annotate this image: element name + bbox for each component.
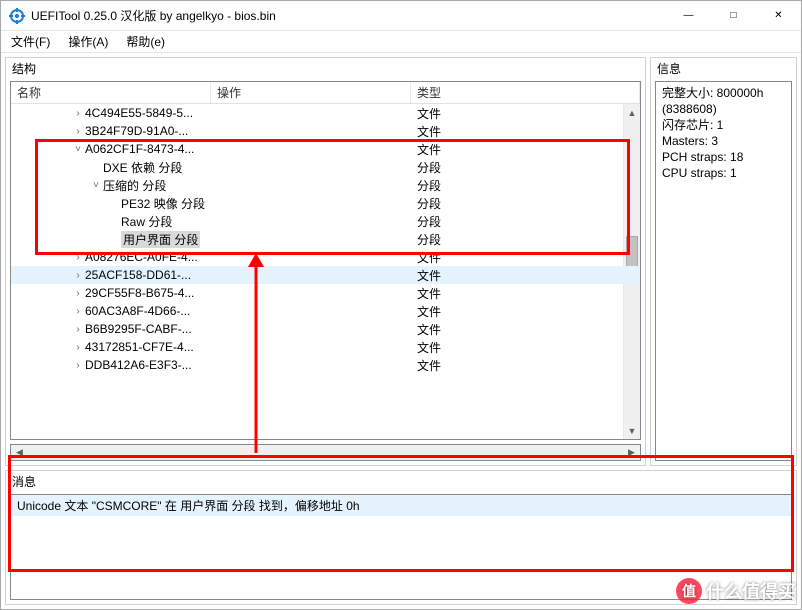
chevron-right-icon[interactable]: › (71, 360, 85, 371)
tree-row[interactable]: ›3B24F79D-91A0-... 文件 (11, 122, 640, 140)
chevron-right-icon[interactable]: › (71, 108, 85, 119)
scroll-down-icon[interactable]: ▼ (624, 422, 640, 439)
col-name[interactable]: 名称 (11, 82, 211, 103)
messages-label: 消息 (6, 471, 796, 494)
tree-item-name: Raw 分段 (121, 213, 172, 230)
tree-row[interactable]: ›B6B9295F-CABF-... 文件 (11, 320, 640, 338)
tree-item-type: 文件 (417, 249, 441, 266)
tree-item-type: 分段 (417, 177, 441, 194)
tree-item-name: 3B24F79D-91A0-... (85, 124, 188, 138)
tree-item-name: 压缩的 分段 (103, 177, 166, 194)
tree-item-type: 文件 (417, 285, 441, 302)
tree-item-type: 分段 (417, 213, 441, 230)
tree-item-type: 分段 (417, 195, 441, 212)
tree-row[interactable]: ˅A062CF1F-8473-4... 文件 (11, 140, 640, 158)
tree-item-name: A08276EC-A0FE-4... (85, 250, 198, 264)
info-label: 信息 (651, 58, 796, 81)
message-row[interactable]: Unicode 文本 "CSMCORE" 在 用户界面 分段 找到，偏移地址 0… (11, 495, 791, 516)
info-line: 闪存芯片: 1 (662, 117, 785, 133)
tree-row[interactable]: ›DDB412A6-E3F3-... 文件 (11, 356, 640, 374)
menu-help[interactable]: 帮助(e) (122, 31, 169, 52)
chevron-down-icon[interactable]: ˅ (89, 180, 103, 191)
scroll-right-icon[interactable]: ▶ (623, 445, 640, 460)
tree-item-type: 文件 (417, 357, 441, 374)
tree-row[interactable]: DXE 依赖 分段 分段 (11, 158, 640, 176)
tree-item-type: 文件 (417, 105, 441, 122)
info-body[interactable]: 完整大小: 800000h (8388608) 闪存芯片: 1 Masters:… (655, 81, 792, 461)
watermark-badge-icon: 值 (676, 578, 702, 604)
tree-item-name: B6B9295F-CABF-... (85, 322, 192, 336)
horizontal-scrollbar[interactable]: ◀ ▶ (10, 444, 641, 461)
tree-body[interactable]: ▲ ▼ ›4C494E55-5849-5...文件›3B24F79D-91A0-… (11, 104, 640, 439)
tree-row[interactable]: ›29CF55F8-B675-4... 文件 (11, 284, 640, 302)
col-operation[interactable]: 操作 (211, 82, 411, 103)
watermark-text: 什么值得买 (706, 578, 796, 604)
tree-item-name: 用户界面 分段 (121, 231, 200, 248)
tree-item-type: 分段 (417, 159, 441, 176)
tree-item-name: 29CF55F8-B675-4... (85, 286, 194, 300)
close-button[interactable]: ✕ (756, 1, 801, 30)
chevron-right-icon[interactable]: › (71, 306, 85, 317)
info-line: Masters: 3 (662, 133, 785, 149)
chevron-right-icon[interactable]: › (71, 342, 85, 353)
chevron-down-icon[interactable]: ˅ (71, 144, 85, 155)
tree-item-type: 文件 (417, 303, 441, 320)
info-line: PCH straps: 18 (662, 149, 785, 165)
titlebar[interactable]: UEFITool 0.25.0 汉化版 by angelkyo - bios.b… (1, 1, 801, 31)
chevron-right-icon[interactable]: › (71, 324, 85, 335)
info-line: CPU straps: 1 (662, 165, 785, 181)
info-line: 完整大小: 800000h (662, 85, 785, 101)
tree-item-type: 分段 (417, 231, 441, 248)
watermark: 值 什么值得买 (676, 578, 796, 604)
tree-item-name: 60AC3A8F-4D66-... (85, 304, 190, 318)
menubar: 文件(F) 操作(A) 帮助(e) (1, 31, 801, 53)
content-area: 结构 名称 操作 类型 ▲ ▼ ›4C494E55-5849-5...文件›3B… (1, 53, 801, 470)
tree-row[interactable]: 用户界面 分段 分段 (11, 230, 640, 248)
tree-item-name: 4C494E55-5849-5... (85, 106, 193, 120)
menu-action[interactable]: 操作(A) (64, 31, 112, 52)
tree-item-type: 文件 (417, 267, 441, 284)
tree-item-name: A062CF1F-8473-4... (85, 142, 194, 156)
tree-item-name: DXE 依赖 分段 (103, 159, 182, 176)
tree-row[interactable]: ›60AC3A8F-4D66-... 文件 (11, 302, 640, 320)
tree-row[interactable]: ›4C494E55-5849-5... 文件 (11, 104, 640, 122)
tree-header[interactable]: 名称 操作 类型 (11, 82, 640, 104)
minimize-button[interactable]: — (666, 1, 711, 30)
tree-view[interactable]: 名称 操作 类型 ▲ ▼ ›4C494E55-5849-5...文件›3B24F… (10, 81, 641, 440)
structure-panel: 结构 名称 操作 类型 ▲ ▼ ›4C494E55-5849-5...文件›3B… (5, 57, 646, 466)
chevron-right-icon[interactable]: › (71, 126, 85, 137)
menu-file[interactable]: 文件(F) (7, 31, 54, 52)
tree-row[interactable]: Raw 分段 分段 (11, 212, 640, 230)
maximize-button[interactable]: □ (711, 1, 756, 30)
tree-item-name: 43172851-CF7E-4... (85, 340, 194, 354)
chevron-right-icon[interactable]: › (71, 288, 85, 299)
app-window: UEFITool 0.25.0 汉化版 by angelkyo - bios.b… (0, 0, 802, 610)
messages-body[interactable]: Unicode 文本 "CSMCORE" 在 用户界面 分段 找到，偏移地址 0… (10, 494, 792, 600)
app-icon (9, 8, 25, 24)
info-line: (8388608) (662, 101, 785, 117)
tree-item-type: 文件 (417, 141, 441, 158)
tree-item-name: 25ACF158-DD61-... (85, 268, 191, 282)
tree-row[interactable]: ˅压缩的 分段 分段 (11, 176, 640, 194)
tree-item-name: DDB412A6-E3F3-... (85, 358, 192, 372)
window-title: UEFITool 0.25.0 汉化版 by angelkyo - bios.b… (31, 7, 666, 24)
tree-row[interactable]: ›A08276EC-A0FE-4... 文件 (11, 248, 640, 266)
col-type[interactable]: 类型 (411, 82, 640, 103)
chevron-right-icon[interactable]: › (71, 252, 85, 263)
structure-label: 结构 (6, 58, 645, 81)
tree-item-type: 文件 (417, 123, 441, 140)
tree-item-name: PE32 映像 分段 (121, 195, 205, 212)
window-controls: — □ ✕ (666, 1, 801, 30)
tree-item-type: 文件 (417, 339, 441, 356)
tree-item-type: 文件 (417, 321, 441, 338)
tree-row[interactable]: ›25ACF158-DD61-... 文件 (11, 266, 640, 284)
info-panel: 信息 完整大小: 800000h (8388608) 闪存芯片: 1 Maste… (650, 57, 797, 466)
tree-row[interactable]: ›43172851-CF7E-4... 文件 (11, 338, 640, 356)
tree-row[interactable]: PE32 映像 分段 分段 (11, 194, 640, 212)
chevron-right-icon[interactable]: › (71, 270, 85, 281)
scroll-left-icon[interactable]: ◀ (11, 445, 28, 460)
